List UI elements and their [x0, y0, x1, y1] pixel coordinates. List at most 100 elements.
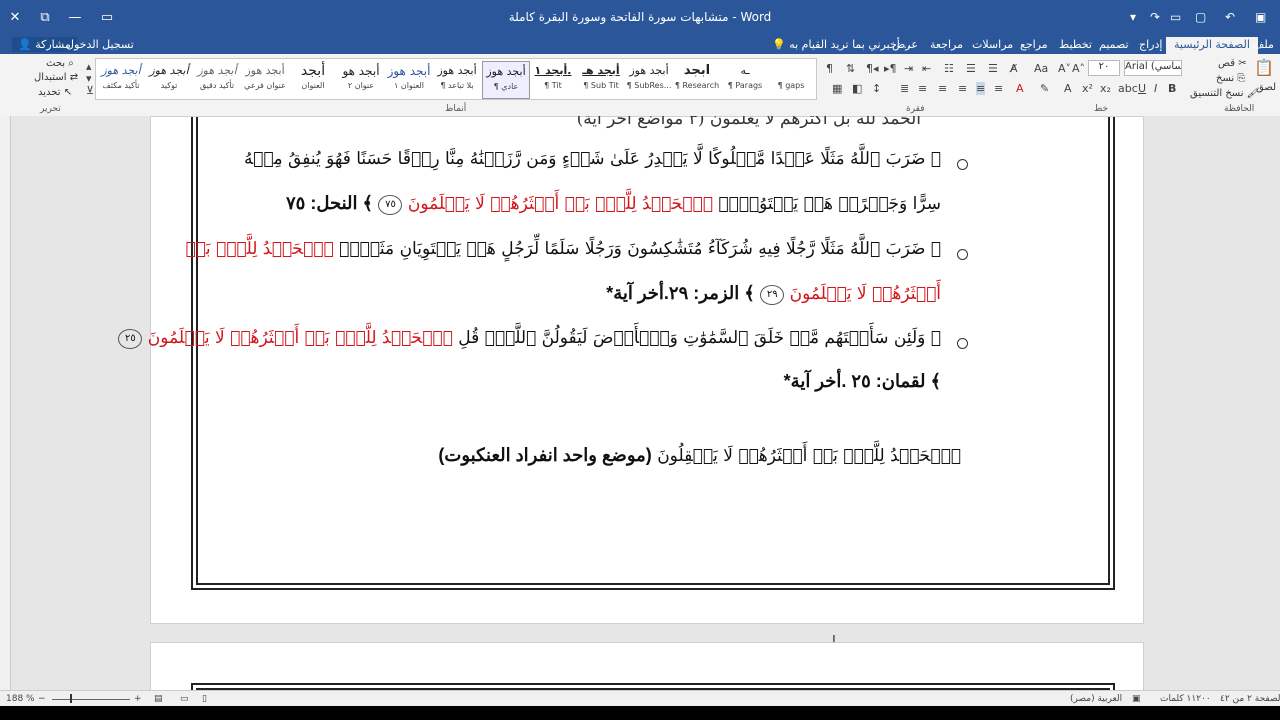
style-tit[interactable]: أبجد ١. ¶ Tit — [530, 61, 576, 97]
new-document-icon[interactable]: ▢ — [1195, 10, 1206, 24]
gallery-more-icon[interactable]: ⊻ — [86, 84, 94, 97]
vertical-ruler — [0, 116, 11, 690]
strikethrough-icon[interactable]: abc — [1118, 82, 1138, 95]
style-no-spacing[interactable]: أبجد هوز ¶ بلا تباعد — [434, 61, 480, 97]
decrease-indent-icon[interactable]: ⇤ — [922, 62, 931, 75]
page-number[interactable]: الصفحة ٢ من ٤٢ — [1220, 694, 1280, 704]
style-research[interactable]: ابجد ¶ Research — [674, 61, 720, 97]
change-case-icon[interactable]: Aa — [1034, 62, 1048, 75]
style-heading-1[interactable]: أبجد هوز العنوان ١ — [386, 61, 432, 97]
style-normal[interactable]: أبجد هوز ¶ عادي — [482, 61, 530, 99]
qat-customize-icon[interactable]: ▾ — [1130, 10, 1136, 24]
superscript-icon[interactable]: x² — [1082, 82, 1093, 95]
style-subtle-emphasis[interactable]: أبجد هوز تأكيد دقيق — [194, 61, 240, 97]
zoom-out-icon[interactable]: − — [38, 694, 46, 704]
language-indicator[interactable]: العربية (مصر) — [1070, 694, 1122, 704]
list-bullet — [957, 249, 968, 260]
open-icon[interactable]: ▭ — [1170, 10, 1181, 24]
align-center-icon[interactable]: ≡ — [958, 82, 967, 95]
font-name-box[interactable]: Arial (أساسي) — [1124, 60, 1182, 76]
zoom-slider-thumb[interactable] — [70, 694, 72, 703]
shrink-font-icon[interactable]: A˅ — [1058, 62, 1071, 75]
tab-layout[interactable]: تخطيط — [1059, 38, 1092, 51]
replace-button[interactable]: استبدال ⇄ — [34, 72, 78, 83]
spelling-icon[interactable]: ▣ — [1132, 694, 1141, 704]
style-parags[interactable]: ـه ¶ Parags — [722, 61, 768, 97]
next-document-page[interactable] — [150, 642, 1144, 690]
grow-font-icon[interactable]: A˄ — [1072, 62, 1085, 75]
underline-icon[interactable]: U — [1138, 82, 1146, 95]
justify-low-icon[interactable]: ≡ — [994, 82, 1003, 95]
bullets-icon[interactable]: ☰ — [988, 62, 998, 75]
tab-mailings[interactable]: مراسلات — [972, 38, 1013, 51]
undo-icon[interactable]: ↶ — [1225, 10, 1235, 24]
subscript-icon[interactable]: x₂ — [1100, 82, 1111, 95]
shading-icon[interactable]: ◧ — [852, 82, 862, 95]
highlight-icon[interactable]: ✎ — [1040, 82, 1049, 95]
style-emphasis[interactable]: أبجد هوز توكيد — [146, 61, 192, 97]
web-layout-icon[interactable]: ▤ — [154, 694, 163, 704]
copy-button[interactable]: نسخ ⎘ — [1216, 73, 1245, 84]
ltr-icon[interactable]: ▸¶ — [884, 62, 897, 75]
select-button[interactable]: تحديد ↖ — [38, 87, 72, 98]
show-marks-icon[interactable]: ¶ — [826, 62, 833, 75]
print-layout-icon[interactable]: ▭ — [180, 694, 189, 704]
clear-formatting-icon[interactable]: A̸ — [1010, 62, 1018, 75]
bold-icon[interactable]: B — [1168, 82, 1176, 95]
tell-me-search[interactable]: 💡 أخبرني بما تريد القيام به... — [772, 38, 910, 51]
distributed-icon[interactable]: ≣ — [900, 82, 909, 95]
sort-icon[interactable]: ⇅ — [846, 62, 855, 75]
tab-file[interactable]: ملف — [1253, 38, 1274, 51]
ribbon-tabs: 👤 مشاركة تسجيل الدخول 💡 أخبرني بما تريد … — [0, 36, 1280, 55]
font-size-box[interactable]: ٢٠ — [1088, 60, 1120, 76]
align-left-icon[interactable]: ≡ — [938, 82, 947, 95]
read-mode-icon[interactable]: ▯ — [202, 694, 207, 704]
restore-window-button[interactable]: ⧉ — [34, 8, 56, 28]
zoom-level[interactable]: 188 % — [6, 694, 35, 704]
ribbon-display-options-button[interactable]: ▭ — [96, 8, 118, 28]
tab-insert[interactable]: إدراج — [1139, 38, 1162, 51]
text-effects-icon[interactable]: A — [1064, 82, 1072, 95]
numbering-icon[interactable]: ☰ — [966, 62, 976, 75]
tab-home[interactable]: الصفحة الرئيسية — [1166, 37, 1258, 55]
zoom-slider[interactable] — [52, 699, 130, 700]
multilevel-list-icon[interactable]: ☷ — [944, 62, 954, 75]
font-color-icon[interactable]: A — [1016, 82, 1024, 95]
italic-icon[interactable]: I — [1154, 82, 1157, 95]
style-intense-emphasis[interactable]: أبجد هوز تأكيد مكثف — [98, 61, 144, 97]
style-title[interactable]: أبجد العنوان — [290, 61, 336, 97]
style-subtit[interactable]: أبجد هـ ¶ Sub Tit — [578, 61, 624, 97]
align-right-icon[interactable]: ≡ — [976, 82, 986, 95]
borders-icon[interactable]: ▦ — [832, 82, 842, 95]
line-spacing-icon[interactable]: ↕ — [872, 82, 881, 95]
styles-group-label: أنماط — [445, 104, 467, 114]
document-page[interactable]: الحمد لله بل أكثرهم لا يعلمون (٣ مواضع آ… — [118, 116, 1144, 624]
redo-icon[interactable]: ↷ — [1150, 10, 1160, 24]
style-heading-2[interactable]: أبجد هو عنوان ٢ — [338, 61, 384, 97]
clipboard-group-label: الحافظة — [1224, 104, 1255, 114]
person-icon: 👤 — [18, 38, 32, 51]
cut-button[interactable]: قص ✂ — [1218, 58, 1247, 69]
find-button[interactable]: بحث ⌕ — [46, 58, 74, 69]
zoom-in-icon[interactable]: + — [134, 694, 142, 704]
close-window-button[interactable]: ✕ — [4, 8, 26, 28]
format-painter-button[interactable]: نسخ التنسيق 🖌 — [1190, 88, 1259, 99]
tab-review[interactable]: مراجعة — [930, 38, 963, 51]
tab-design[interactable]: تصميم — [1099, 38, 1129, 51]
clipboard-icon[interactable]: 📋 — [1254, 58, 1274, 77]
partial-heading-line: الحمد لله بل أكثرهم لا يعلمون (٣ مواضع آ… — [576, 116, 921, 129]
paste-button[interactable]: لصق — [1256, 82, 1276, 93]
minimize-window-button[interactable]: — — [64, 8, 86, 28]
style-subres[interactable]: أبجد هوز ¶ SubRes... — [626, 61, 672, 97]
style-gaps[interactable]: ¶ gaps — [768, 61, 814, 97]
sign-in-link[interactable]: تسجيل الدخول — [66, 38, 134, 51]
style-subtitle[interactable]: أبجد هوز عنوان فرعي — [242, 61, 288, 97]
word-count[interactable]: ١١٢٠٠ كلمات — [1160, 694, 1211, 704]
rtl-icon[interactable]: ¶◂ — [866, 62, 879, 75]
justify-icon[interactable]: ≡ — [918, 82, 927, 95]
tab-view[interactable]: عرض — [892, 38, 918, 51]
document-area: الحمد لله بل أكثرهم لا يعلمون (٣ مواضع آ… — [0, 116, 1280, 690]
increase-indent-icon[interactable]: ⇥ — [904, 62, 913, 75]
save-icon[interactable]: ▣ — [1255, 10, 1266, 24]
tab-references[interactable]: مراجع — [1020, 38, 1048, 51]
